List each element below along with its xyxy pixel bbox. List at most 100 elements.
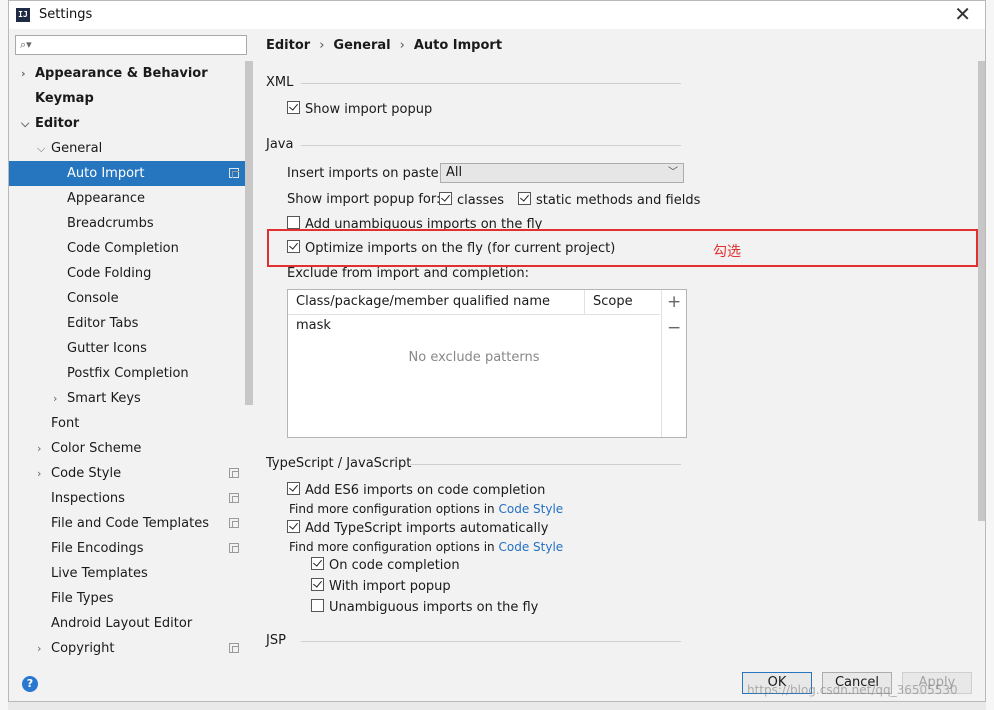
show-import-popup-label: Show import popup (305, 102, 433, 117)
sidebar-item-label: Auto Import (67, 166, 145, 181)
checkbox-checked-icon[interactable] (287, 482, 300, 495)
sidebar-item-label: Editor (35, 116, 80, 131)
project-scope-icon (229, 643, 239, 653)
remove-icon[interactable]: − (667, 320, 681, 337)
sidebar-item[interactable]: File Types (9, 586, 245, 611)
find-more-text-2: Find more configuration options in Code … (289, 540, 563, 554)
show-import-popup-xml[interactable]: Show import popup (287, 101, 432, 117)
annotation-text: 勾选 (713, 244, 741, 260)
sidebar-item-label: Copyright (51, 641, 115, 656)
sidebar-item[interactable]: Inspections (9, 486, 245, 511)
background-right-edge (986, 0, 994, 710)
sidebar-item[interactable]: Keymap (9, 86, 245, 111)
sidebar-item[interactable]: › Color Scheme (9, 436, 245, 461)
chevron-right-icon[interactable]: › (37, 436, 41, 461)
checkbox-unchecked-icon[interactable] (311, 599, 324, 612)
chevron-down-icon[interactable]: ⌵ (21, 111, 29, 136)
sidebar-item[interactable]: Breadcrumbs (9, 211, 245, 236)
sidebar-item[interactable]: Code Folding (9, 261, 245, 286)
sidebar-item-label: File and Code Templates (51, 516, 209, 531)
chevron-right-icon[interactable]: › (53, 386, 57, 411)
sidebar-item-label: Breadcrumbs (67, 216, 154, 231)
sidebar-item[interactable]: Console (9, 286, 245, 311)
checkbox-checked-icon[interactable] (518, 192, 531, 205)
unambiguous-fly-label: Unambiguous imports on the fly (329, 600, 539, 615)
sidebar-item[interactable]: › Smart Keys (9, 386, 245, 411)
title-bar: IJ Settings ✕ (9, 1, 985, 29)
project-scope-icon (229, 468, 239, 478)
sidebar-item[interactable]: Code Completion (9, 236, 245, 261)
breadcrumb-editor[interactable]: Editor (266, 38, 310, 53)
sidebar-item[interactable]: ⌵ Editor (9, 111, 245, 136)
checkbox-checked-icon[interactable] (439, 192, 452, 205)
insert-imports-select[interactable]: All ﹀ (440, 163, 684, 183)
checkbox-checked-icon[interactable] (287, 520, 300, 533)
add-ts-checkbox[interactable]: Add TypeScript imports automatically (287, 520, 548, 536)
java-separator (301, 145, 681, 146)
sidebar-scrollbar[interactable] (245, 61, 253, 405)
checkbox-unchecked-icon[interactable] (287, 216, 300, 229)
typescript-heading: TypeScript / JavaScript (266, 456, 412, 471)
sidebar-item[interactable]: › Code Style (9, 461, 245, 486)
on-code-completion-checkbox[interactable]: On code completion (311, 557, 460, 573)
sidebar-item-label: Postfix Completion (67, 366, 189, 381)
help-icon[interactable]: ? (22, 676, 38, 692)
chevron-right-icon[interactable]: › (37, 636, 41, 661)
breadcrumb-general[interactable]: General (333, 38, 390, 53)
static-methods-checkbox[interactable]: static methods and fields (518, 192, 700, 208)
xml-separator (301, 83, 681, 84)
checkbox-checked-icon[interactable] (311, 578, 324, 591)
add-icon[interactable]: + (667, 294, 681, 311)
with-import-popup-checkbox[interactable]: With import popup (311, 578, 451, 594)
sidebar-item[interactable]: › Appearance & Behavior (9, 61, 245, 86)
find-more-label-2: Find more configuration options in (289, 540, 499, 554)
sidebar-item[interactable]: Gutter Icons (9, 336, 245, 361)
sidebar-item[interactable]: Auto Import (9, 161, 245, 186)
sidebar-item-label: Color Scheme (51, 441, 142, 456)
checkbox-checked-icon[interactable] (287, 101, 300, 114)
checkbox-checked-icon[interactable] (311, 557, 324, 570)
insert-imports-label: Insert imports on paste: (287, 166, 444, 181)
sidebar-item[interactable]: Appearance (9, 186, 245, 211)
code-style-link-2[interactable]: Code Style (498, 540, 563, 554)
sidebar-item[interactable]: File and Code Templates (9, 511, 245, 536)
chevron-right-icon[interactable]: › (37, 461, 41, 486)
search-input[interactable]: ⌕▾ (15, 35, 247, 55)
annotation-highlight-box (267, 229, 978, 267)
breadcrumb: Editor › General › Auto Import (266, 38, 502, 53)
sidebar-item-label: General (51, 141, 103, 156)
intellij-icon: IJ (16, 8, 30, 22)
exclude-table: Class/package/member qualified name mask… (287, 289, 687, 438)
sidebar-item[interactable]: ⌵ General (9, 136, 245, 161)
jsp-heading: JSP (266, 633, 286, 648)
main-scrollbar[interactable] (978, 61, 985, 521)
add-es6-checkbox[interactable]: Add ES6 imports on code completion (287, 482, 545, 498)
settings-window: IJ Settings ✕ ⌕▾ › Appearance & Behavior K… (8, 0, 986, 702)
close-icon[interactable]: ✕ (954, 3, 971, 25)
sidebar-item[interactable]: Editor Tabs (9, 311, 245, 336)
classes-checkbox[interactable]: classes (439, 192, 504, 208)
sidebar-item[interactable]: Font (9, 411, 245, 436)
sidebar-item[interactable]: Postfix Completion (9, 361, 245, 386)
sidebar-item[interactable]: Android Layout Editor (9, 611, 245, 636)
sidebar-item[interactable]: File Encodings (9, 536, 245, 561)
code-style-link-1[interactable]: Code Style (498, 502, 563, 516)
column-header-mask[interactable]: Class/package/member qualified name mask (288, 290, 585, 333)
sidebar-item-label: Gutter Icons (67, 341, 147, 356)
column-header-scope[interactable]: Scope (585, 290, 660, 315)
project-scope-icon (229, 518, 239, 528)
settings-tree: › Appearance & Behavior Keymap ⌵ Editor ⌵ Gene… (9, 61, 245, 661)
sidebar-item-label: Console (67, 291, 119, 306)
chevron-down-icon[interactable]: ⌵ (37, 136, 45, 161)
sidebar-item-label: Keymap (35, 91, 94, 106)
sidebar-item[interactable]: › Copyright (9, 636, 245, 661)
chevron-right-icon[interactable]: › (21, 61, 26, 86)
unambiguous-fly-checkbox[interactable]: Unambiguous imports on the fly (311, 599, 538, 615)
window-title: Settings (39, 7, 93, 22)
on-code-completion-label: On code completion (329, 558, 460, 573)
background-left-edge (0, 0, 8, 710)
insert-imports-value: All (446, 165, 463, 180)
with-import-popup-label: With import popup (329, 579, 451, 594)
sidebar-item[interactable]: Live Templates (9, 561, 245, 586)
sidebar-item-label: Font (51, 416, 80, 431)
